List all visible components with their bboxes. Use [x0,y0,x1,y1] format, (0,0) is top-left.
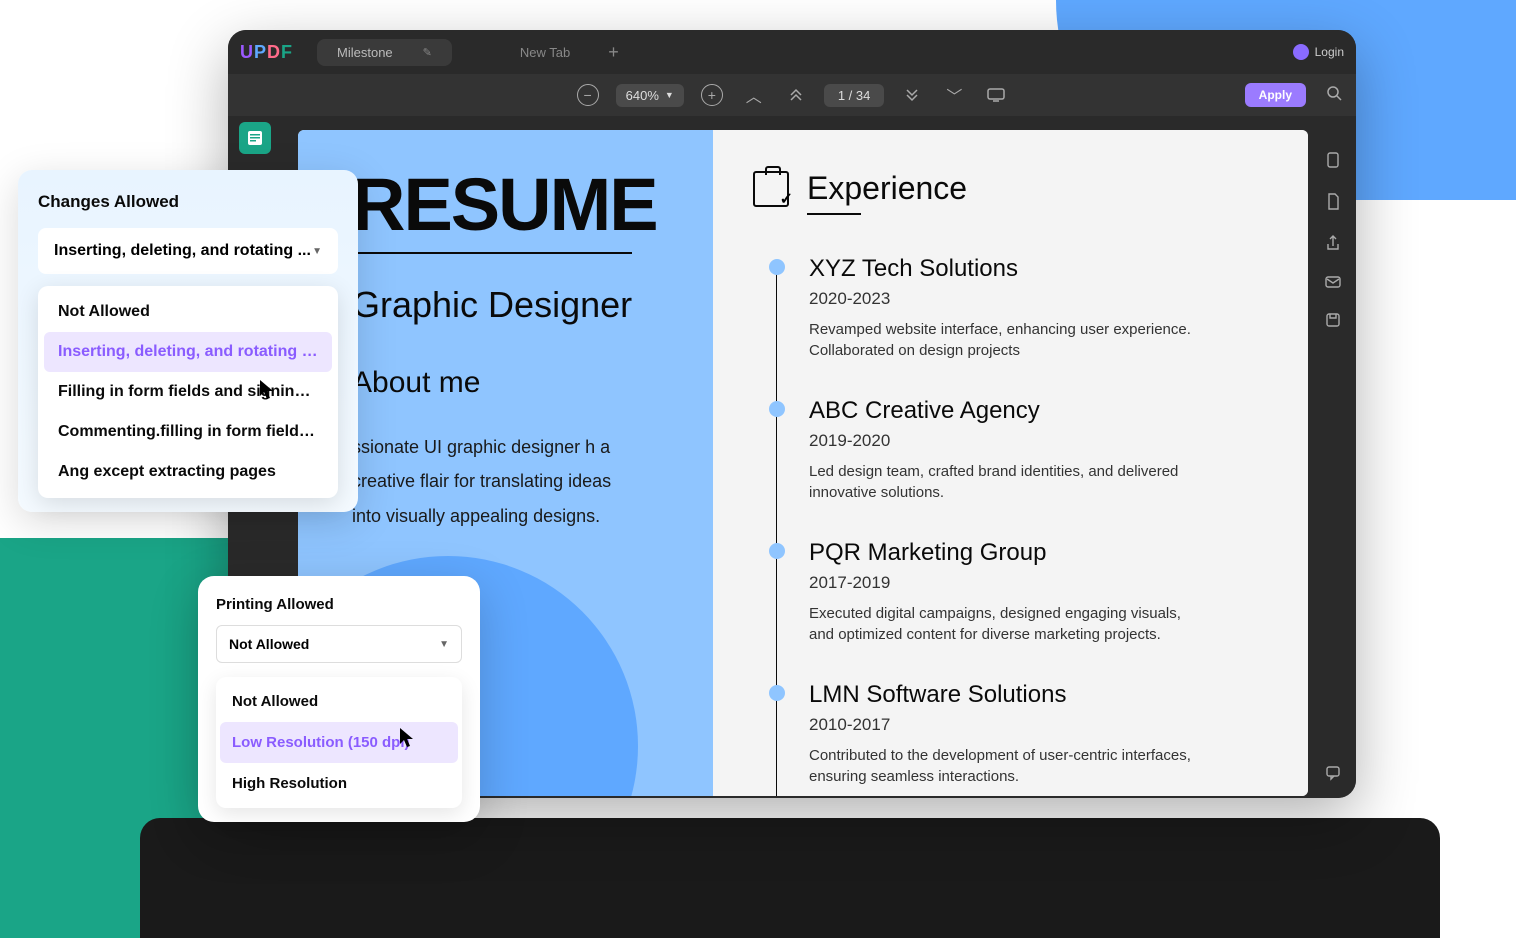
avatar-icon [1293,44,1309,60]
sidebar-reader-button[interactable] [239,122,271,154]
login-label: Login [1315,45,1344,59]
timeline-dot [769,259,785,275]
experience-underline [807,213,861,215]
login-button[interactable]: Login [1293,44,1344,60]
next-page-button[interactable]: ﹀ [940,81,968,109]
logo-letter-p: P [254,42,267,62]
right-sidebar [1310,116,1356,798]
apply-label: Apply [1259,88,1292,102]
experience-header: Experience [753,170,1278,207]
dropdown-option-not-allowed[interactable]: Not Allowed [220,681,458,722]
timeline-dot [769,685,785,701]
company-years: 2010-2017 [809,715,1278,735]
company-desc: Contributed to the development of user-c… [809,745,1209,787]
dropdown-option-high-res[interactable]: High Resolution [220,763,458,804]
timeline-dot [769,401,785,417]
titlebar: UPDF Milestone ✎ New Tab + Login [228,30,1356,74]
chevron-down-icon: ▼ [439,639,449,650]
changes-allowed-popup: Changes Allowed Inserting, deleting, and… [18,170,358,512]
resume-right-column: Experience XYZ Tech Solutions 2020-2023 … [713,130,1308,796]
company-name: XYZ Tech Solutions [809,255,1278,283]
tab-new[interactable]: New Tab [520,45,570,60]
select-value: Inserting, deleting, and rotating ... [54,242,311,260]
timeline-item: ABC Creative Agency 2019-2020 Led design… [769,397,1278,539]
chevron-down-icon: ▼ [665,90,674,100]
prev-page-button[interactable]: ︿ [740,81,768,109]
zoom-in-button[interactable]: + [698,81,726,109]
zoom-value: 640% [626,88,659,103]
add-tab-button[interactable]: + [608,42,619,63]
about-heading: About me [352,366,683,400]
file-icon[interactable] [1325,193,1341,216]
printing-dropdown: Not Allowed Low Resolution (150 dpi) Hig… [216,677,462,808]
dropdown-option-inserting[interactable]: Inserting, deleting, and rotating pages [44,332,332,372]
changes-allowed-select[interactable]: Inserting, deleting, and rotating ... ▼ [38,228,338,274]
mail-icon[interactable] [1325,275,1341,294]
resume-title: RESUME [352,170,683,240]
timeline-item: LMN Software Solutions 2010-2017 Contrib… [769,681,1278,796]
dropdown-option-low-res[interactable]: Low Resolution (150 dpi) [220,722,458,763]
timeline-item: XYZ Tech Solutions 2020-2023 Revamped we… [769,255,1278,397]
company-desc: Executed digital campaigns, designed eng… [809,603,1209,645]
company-name: PQR Marketing Group [809,539,1278,567]
dropdown-option-commenting[interactable]: Commenting.filling in form fields, and..… [44,412,332,452]
company-desc: Revamped website interface, enhancing us… [809,319,1209,361]
laptop-base [140,818,1440,938]
first-page-button[interactable] [782,81,810,109]
popup-title: Printing Allowed [216,596,462,613]
dropdown-option-filling[interactable]: Filling in form fields and signing exist… [44,372,332,412]
company-name: ABC Creative Agency [809,397,1278,425]
logo-letter-u: U [240,42,254,62]
chevron-down-icon: ▼ [312,246,322,257]
changes-dropdown: Not Allowed Inserting, deleting, and rot… [38,286,338,498]
presentation-button[interactable] [982,81,1010,109]
printing-allowed-select[interactable]: Not Allowed ▼ [216,625,462,663]
share-icon[interactable] [1325,234,1341,257]
zoom-out-button[interactable]: − [574,81,602,109]
logo-letter-f: F [281,42,293,62]
save-icon[interactable] [1325,312,1341,333]
pencil-icon[interactable]: ✎ [423,46,432,59]
bookmark-icon[interactable] [1325,152,1341,175]
job-title: Graphic Designer [352,284,683,326]
timeline-item: PQR Marketing Group 2017-2019 Executed d… [769,539,1278,681]
company-years: 2019-2020 [809,431,1278,451]
title-underline [352,252,632,254]
tab-label: Milestone [337,45,393,60]
toolbar: − 640% ▼ + ︿ 1 / 34 ﹀ Apply [228,74,1356,116]
select-value: Not Allowed [229,636,309,652]
clipboard-icon [753,171,789,207]
printing-allowed-popup: Printing Allowed Not Allowed ▼ Not Allow… [198,576,480,822]
company-name: LMN Software Solutions [809,681,1278,709]
company-years: 2020-2023 [809,289,1278,309]
search-icon[interactable] [1326,85,1342,106]
apply-button[interactable]: Apply [1245,83,1306,107]
zoom-level-select[interactable]: 640% ▼ [616,84,684,107]
timeline-dot [769,543,785,559]
experience-timeline: XYZ Tech Solutions 2020-2023 Revamped we… [769,255,1278,796]
app-logo: UPDF [240,42,293,63]
logo-letter-d: D [267,42,281,62]
company-years: 2017-2019 [809,573,1278,593]
comment-icon[interactable] [1325,765,1341,786]
experience-heading: Experience [807,170,967,207]
popup-title: Changes Allowed [38,192,338,212]
page-value: 1 / 34 [838,88,871,103]
company-desc: Led design team, crafted brand identitie… [809,461,1209,503]
dropdown-option-any-except[interactable]: Ang except extracting pages [44,452,332,492]
tab-milestone[interactable]: Milestone ✎ [317,39,452,66]
about-text: ssionate UI graphic designer h a creativ… [352,430,632,533]
page-indicator[interactable]: 1 / 34 [824,84,885,107]
dropdown-option-not-allowed[interactable]: Not Allowed [44,292,332,332]
last-page-button[interactable] [898,81,926,109]
